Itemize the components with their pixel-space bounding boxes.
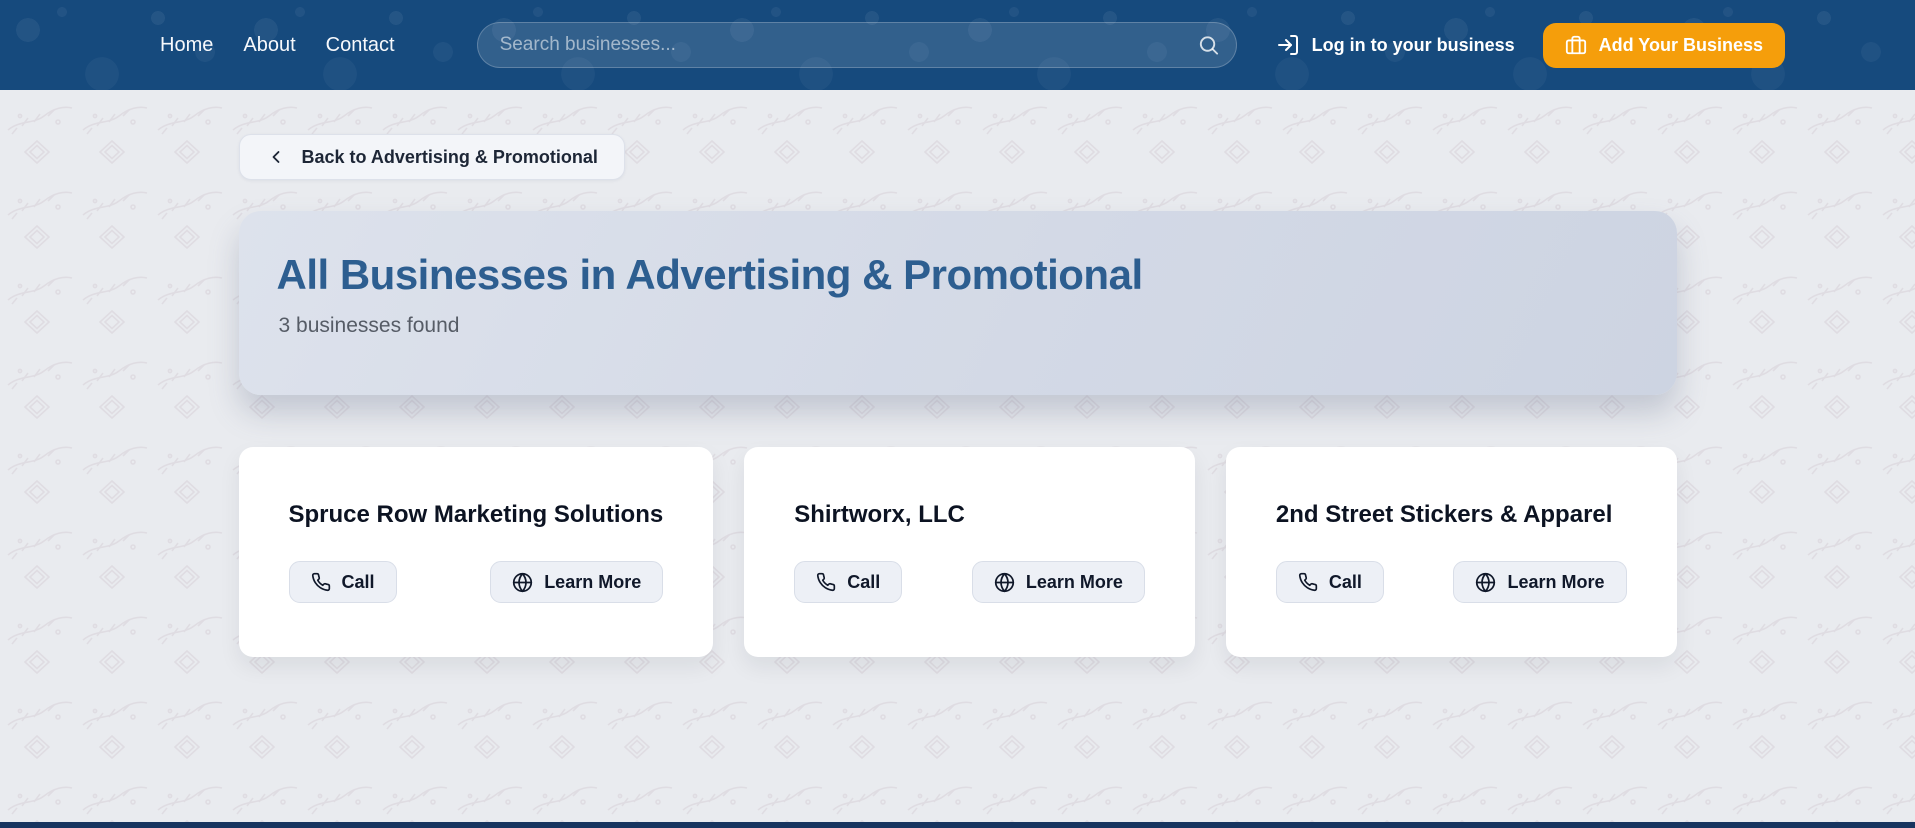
globe-icon [512, 572, 533, 593]
phone-icon [816, 572, 836, 592]
nav-link-about[interactable]: About [243, 34, 295, 57]
learn-more-label: Learn More [544, 572, 641, 593]
call-label: Call [342, 572, 375, 593]
search-bar [477, 22, 1237, 68]
phone-icon [311, 572, 331, 592]
card-actions: Call Learn More [1276, 561, 1627, 603]
log-in-icon [1276, 33, 1300, 57]
learn-more-button[interactable]: Learn More [1453, 561, 1626, 603]
learn-more-button[interactable]: Learn More [490, 561, 663, 603]
login-label: Log in to your business [1312, 35, 1515, 56]
business-card: Spruce Row Marketing Solutions Call [239, 447, 714, 657]
nav-right-group: Log in to your business Add Your Busines… [1276, 23, 1785, 68]
call-label: Call [1329, 572, 1362, 593]
page-title: All Businesses in Advertising & Promotio… [277, 251, 1639, 299]
business-name: Shirtworx, LLC [794, 501, 1145, 529]
briefcase-icon [1565, 34, 1587, 56]
call-button[interactable]: Call [794, 561, 902, 603]
business-name: 2nd Street Stickers & Apparel [1276, 501, 1627, 529]
back-button[interactable]: Back to Advertising & Promotional [239, 134, 625, 180]
hero-panel: All Businesses in Advertising & Promotio… [239, 211, 1677, 395]
content-container: Back to Advertising & Promotional All Bu… [239, 90, 1677, 657]
business-card: 2nd Street Stickers & Apparel Call [1226, 447, 1677, 657]
top-navbar: Home About Contact [0, 0, 1915, 90]
learn-more-label: Learn More [1026, 572, 1123, 593]
search-icon [1197, 34, 1220, 57]
nav-link-home[interactable]: Home [160, 34, 213, 57]
page: Home About Contact [0, 0, 1915, 828]
learn-more-label: Learn More [1507, 572, 1604, 593]
business-name: Spruce Row Marketing Solutions [289, 501, 664, 529]
call-button[interactable]: Call [289, 561, 397, 603]
business-card: Shirtworx, LLC Call Learn [744, 447, 1195, 657]
globe-icon [1475, 572, 1496, 593]
footer-bar [0, 822, 1915, 828]
call-label: Call [847, 572, 880, 593]
learn-more-button[interactable]: Learn More [972, 561, 1145, 603]
business-cards-row: Spruce Row Marketing Solutions Call [239, 447, 1677, 657]
nav-link-contact[interactable]: Contact [326, 34, 395, 57]
back-button-label: Back to Advertising & Promotional [302, 147, 598, 168]
card-actions: Call Learn More [289, 561, 664, 603]
search-input[interactable] [477, 22, 1237, 68]
globe-icon [994, 572, 1015, 593]
call-button[interactable]: Call [1276, 561, 1384, 603]
main-content: Back to Advertising & Promotional All Bu… [0, 90, 1915, 822]
nav-links: Home About Contact [160, 34, 395, 57]
phone-icon [1298, 572, 1318, 592]
results-count: 3 businesses found [279, 314, 1639, 338]
chevron-left-icon [266, 147, 286, 167]
login-link[interactable]: Log in to your business [1276, 33, 1515, 57]
add-your-business-button[interactable]: Add Your Business [1543, 23, 1785, 68]
card-actions: Call Learn More [794, 561, 1145, 603]
add-your-business-label: Add Your Business [1599, 35, 1763, 56]
